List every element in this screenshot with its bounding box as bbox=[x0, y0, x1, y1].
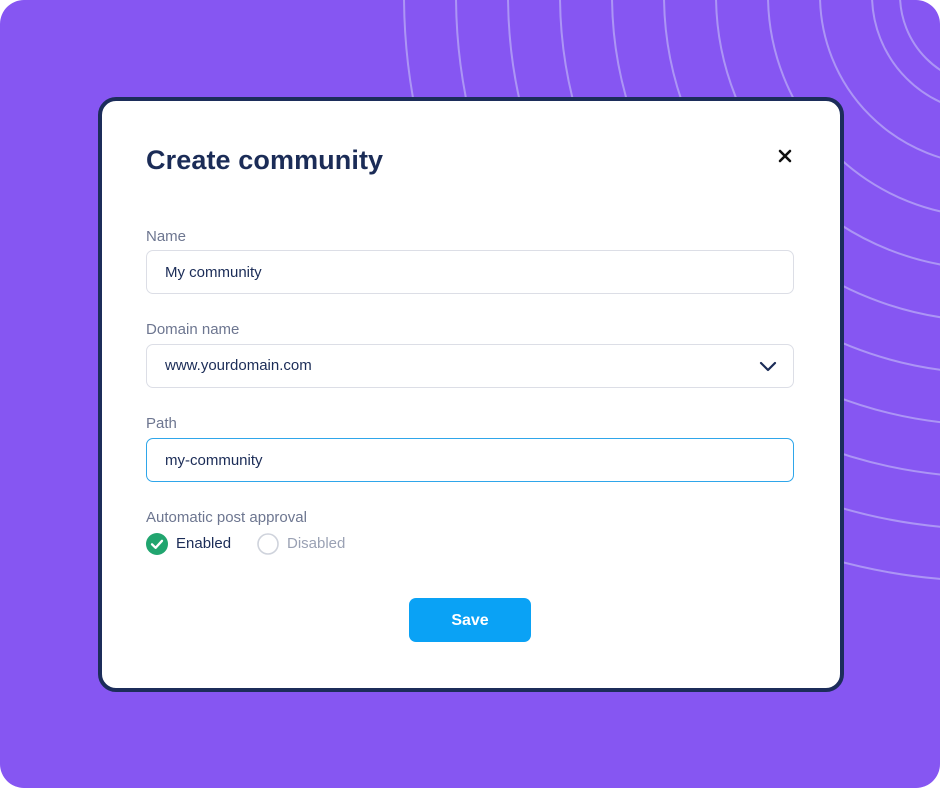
radio-disabled-label: Disabled bbox=[287, 535, 346, 552]
chevron-down-icon bbox=[759, 361, 777, 372]
domain-select[interactable]: www.yourdomain.com bbox=[146, 344, 794, 388]
approval-label: Automatic post approval bbox=[146, 509, 307, 526]
close-icon bbox=[778, 149, 792, 163]
dialog-title: Create community bbox=[146, 145, 384, 175]
close-button[interactable] bbox=[774, 145, 796, 167]
empty-circle-icon bbox=[257, 533, 279, 555]
domain-select-value: www.yourdomain.com bbox=[165, 357, 312, 374]
save-button[interactable]: Save bbox=[409, 598, 531, 642]
radio-enabled-label: Enabled bbox=[176, 535, 232, 552]
name-label: Name bbox=[146, 228, 187, 245]
domain-label: Domain name bbox=[146, 321, 240, 338]
name-input[interactable] bbox=[146, 250, 794, 294]
path-input[interactable] bbox=[146, 438, 794, 482]
app-background: Create community Name Domain name www.yo… bbox=[0, 0, 940, 788]
radio-enabled[interactable]: Enabled bbox=[146, 532, 241, 556]
path-label: Path bbox=[146, 415, 177, 432]
check-circle-icon bbox=[146, 533, 168, 555]
radio-disabled[interactable]: Disabled bbox=[257, 532, 357, 556]
create-community-dialog: Create community Name Domain name www.yo… bbox=[98, 97, 844, 692]
